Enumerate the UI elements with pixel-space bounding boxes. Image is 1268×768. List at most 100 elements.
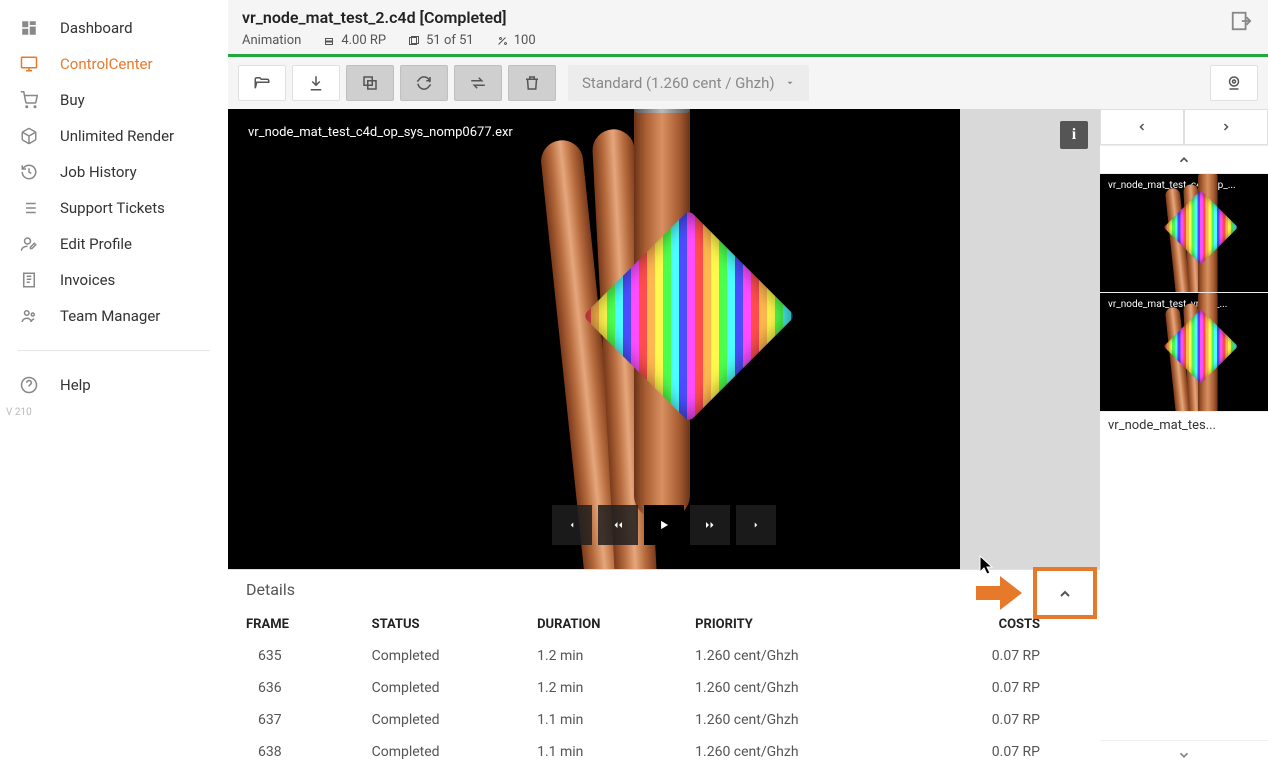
details-collapse-button[interactable] [1040, 574, 1090, 614]
exit-button[interactable] [1230, 10, 1252, 32]
cell-priority: 1.260 cent/Ghzh [677, 640, 899, 672]
job-type: Animation [242, 33, 301, 48]
nav-label: ControlCenter [60, 55, 153, 73]
render-preview [228, 109, 960, 569]
nav-buy[interactable]: Buy [0, 82, 228, 118]
table-row[interactable]: 636 Completed 1.2 min 1.260 cent/Ghzh 0.… [228, 672, 1100, 704]
nav-label: Team Manager [60, 307, 160, 325]
table-row[interactable]: 635 Completed 1.2 min 1.260 cent/Ghzh 0.… [228, 640, 1100, 672]
box-icon [18, 125, 40, 147]
play-button[interactable] [644, 505, 684, 545]
job-meta: Animation 4.00 RP 51 of 51 100 [242, 27, 1254, 48]
open-folder-button[interactable] [238, 65, 286, 101]
annotation-arrow-icon [976, 576, 1022, 610]
details-title: Details [246, 580, 295, 599]
nav-invoices[interactable]: Invoices [0, 262, 228, 298]
download-button[interactable] [292, 65, 340, 101]
main: vr_node_mat_test_2.c4d [Completed] Anima… [228, 0, 1268, 768]
version-label: V 210 [0, 403, 228, 422]
preview-sidebar-strip [960, 109, 1100, 569]
col-duration[interactable]: DURATION [519, 609, 677, 640]
nav-help[interactable]: Help [0, 367, 228, 403]
priority-dropdown[interactable]: Standard (1.260 cent / Ghzh) [568, 65, 809, 101]
frames-icon [408, 35, 420, 47]
nav-job-history[interactable]: Job History [0, 154, 228, 190]
cell-status: Completed [354, 672, 520, 704]
thumb-next-button[interactable] [1184, 109, 1268, 145]
rewind-button[interactable] [598, 505, 638, 545]
cell-frame: 637 [228, 704, 354, 736]
preview-area: vr_node_mat_test_c4d_op_sys_nomp0677.exr… [228, 109, 1100, 569]
job-rp: 4.00 RP [323, 33, 386, 48]
team-icon [18, 305, 40, 327]
webcam-button[interactable] [1210, 65, 1258, 101]
frames-value: 51 of 51 [426, 33, 474, 48]
cell-costs: 0.07 RP [899, 704, 1100, 736]
col-status[interactable]: STATUS [354, 609, 520, 640]
preview-column: vr_node_mat_test_c4d_op_sys_nomp0677.exr… [228, 109, 1100, 768]
cell-costs: 0.07 RP [899, 672, 1100, 704]
job-percent: 100 [496, 33, 536, 48]
preview-filename: vr_node_mat_test_c4d_op_sys_nomp0677.exr [240, 121, 521, 144]
nav-controlcenter[interactable]: ControlCenter [0, 46, 228, 82]
cell-costs: 0.07 RP [899, 736, 1100, 768]
stack-icon [323, 35, 335, 47]
swap-button[interactable] [454, 65, 502, 101]
table-header-row: FRAME STATUS DURATION PRIORITY COSTS [228, 609, 1100, 640]
rp-value: 4.00 RP [341, 33, 386, 48]
prev-frame-button[interactable] [552, 505, 592, 545]
table-row[interactable]: 638 Completed 1.1 min 1.260 cent/Ghzh 0.… [228, 736, 1100, 768]
info-button[interactable]: i [1060, 121, 1088, 149]
col-priority[interactable]: PRIORITY [677, 609, 899, 640]
thumb-prev-button[interactable] [1100, 109, 1184, 145]
thumbnail-caption: vr_node_mat_tes... [1100, 412, 1268, 439]
cell-duration: 1.1 min [519, 704, 677, 736]
nav-label: Help [60, 376, 91, 394]
thumb-nav [1100, 109, 1268, 146]
table-row[interactable]: 637 Completed 1.1 min 1.260 cent/Ghzh 0.… [228, 704, 1100, 736]
receipt-icon [18, 269, 40, 291]
copy-button[interactable] [346, 65, 394, 101]
divider [18, 350, 210, 351]
fast-forward-button[interactable] [690, 505, 730, 545]
nav-label: Support Tickets [60, 199, 165, 217]
thumb-scroll-up-button[interactable] [1100, 146, 1268, 174]
history-icon [18, 161, 40, 183]
cell-priority: 1.260 cent/Ghzh [677, 736, 899, 768]
nav-unlimited-render[interactable]: Unlimited Render [0, 118, 228, 154]
nav-label: Job History [60, 163, 137, 181]
content-row: vr_node_mat_test_c4d_op_sys_nomp0677.exr… [228, 109, 1268, 768]
cell-duration: 1.1 min [519, 736, 677, 768]
col-frame[interactable]: FRAME [228, 609, 354, 640]
nav-edit-profile[interactable]: Edit Profile [0, 226, 228, 262]
chevron-down-icon [785, 78, 795, 88]
details-panel: Details FRAME [228, 569, 1100, 768]
cell-priority: 1.260 cent/Ghzh [677, 704, 899, 736]
job-frames: 51 of 51 [408, 33, 474, 48]
cell-status: Completed [354, 640, 520, 672]
next-frame-button[interactable] [736, 505, 776, 545]
toolbar: Standard (1.260 cent / Ghzh) [228, 57, 1268, 109]
cart-icon [18, 89, 40, 111]
thumbnails-column: vr_node_mat_test_c4d_op_... vr_node_mat_… [1100, 109, 1268, 768]
nav-dashboard[interactable]: Dashboard [0, 10, 228, 46]
nav-label: Invoices [60, 271, 115, 289]
delete-button[interactable] [508, 65, 556, 101]
details-table: FRAME STATUS DURATION PRIORITY COSTS 635… [228, 609, 1100, 768]
cell-priority: 1.260 cent/Ghzh [677, 672, 899, 704]
nav-label: Edit Profile [60, 235, 132, 253]
playback-controls [552, 505, 776, 545]
sidebar: Dashboard ControlCenter Buy Unlimited Re… [0, 0, 228, 768]
list-icon [18, 197, 40, 219]
refresh-button[interactable] [400, 65, 448, 101]
thumb-scroll-down-button[interactable] [1100, 740, 1268, 768]
nav-support-tickets[interactable]: Support Tickets [0, 190, 228, 226]
header: vr_node_mat_test_2.c4d [Completed] Anima… [228, 0, 1268, 57]
percent-icon [496, 35, 508, 47]
thumbnail-item[interactable]: vr_node_mat_test_vr_op_... [1100, 293, 1268, 412]
cell-status: Completed [354, 736, 520, 768]
help-icon [18, 374, 40, 396]
nav-team-manager[interactable]: Team Manager [0, 298, 228, 334]
thumbnail-item[interactable]: vr_node_mat_test_c4d_op_... [1100, 174, 1268, 293]
dropdown-label: Standard (1.260 cent / Ghzh) [582, 74, 775, 92]
